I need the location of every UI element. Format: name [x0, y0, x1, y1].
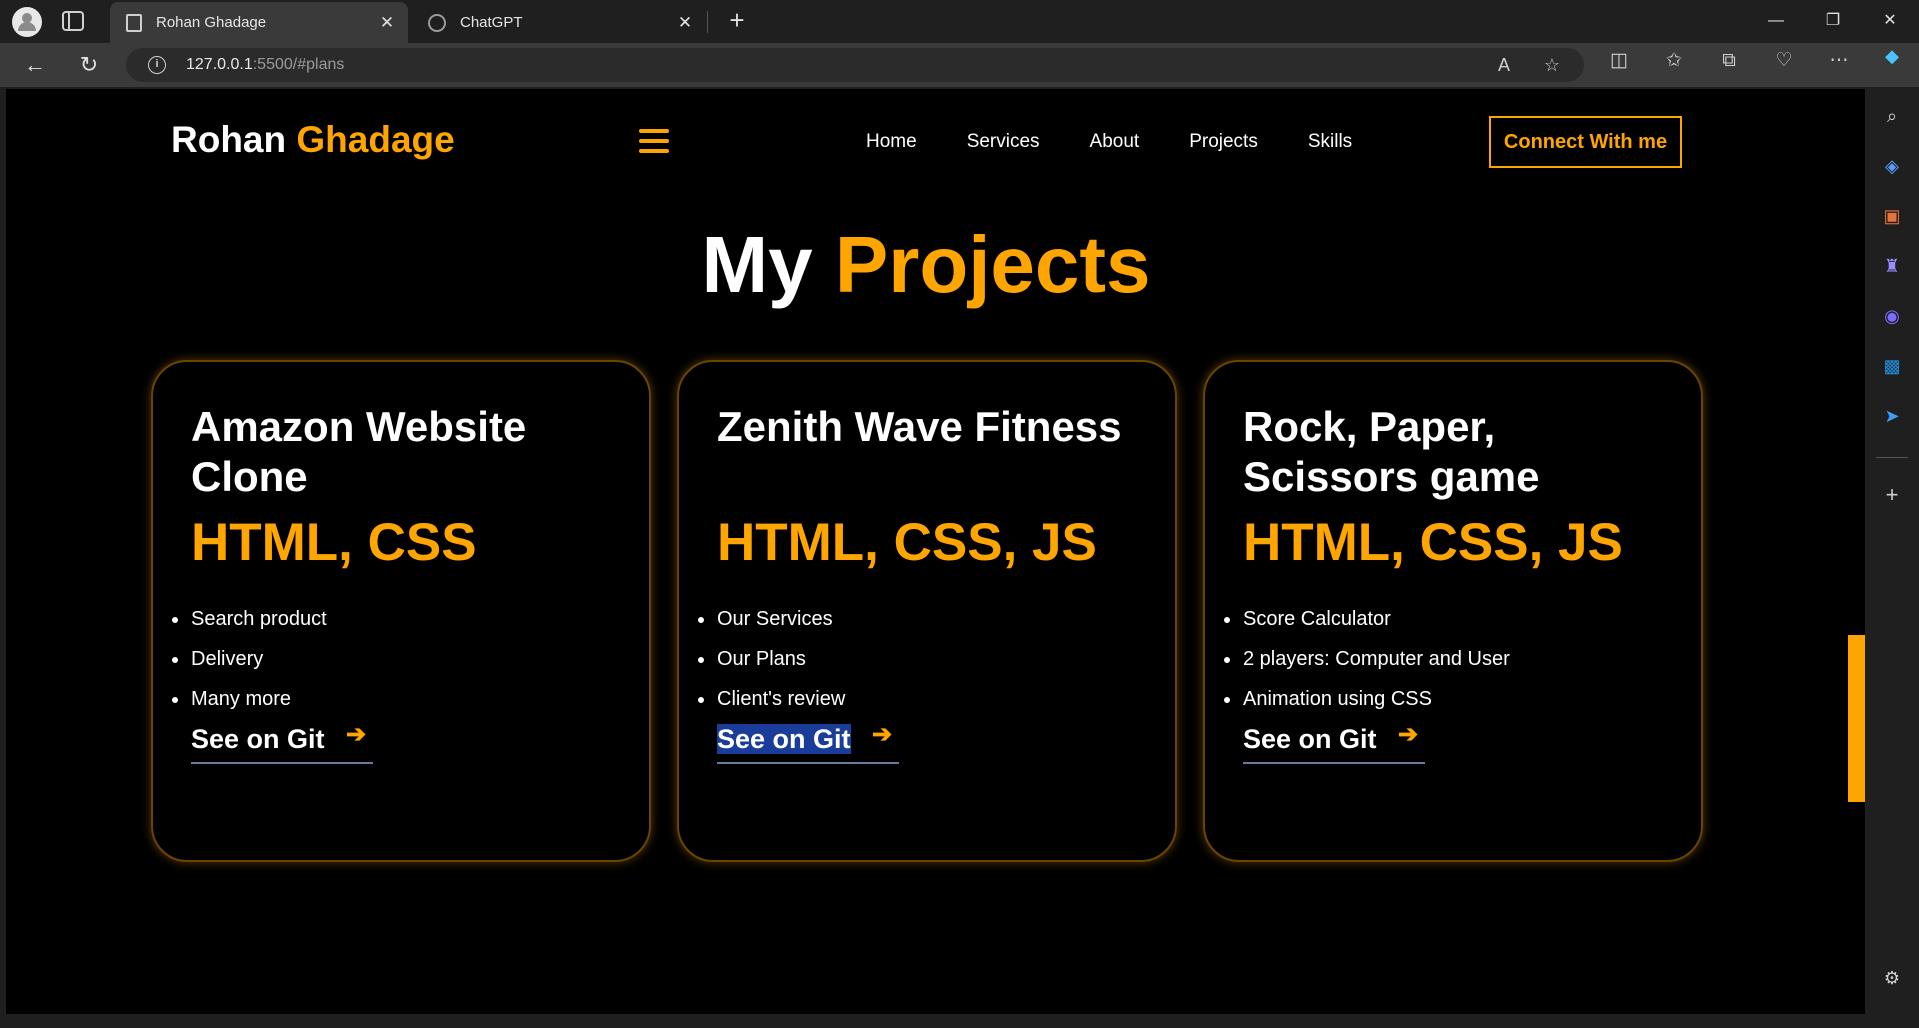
connect-button[interactable]: Connect With me — [1489, 116, 1682, 168]
nav-link-skills[interactable]: Skills — [1308, 131, 1352, 153]
list-item: Search product — [172, 599, 327, 639]
site-logo[interactable]: Rohan Ghadage — [171, 119, 455, 161]
address-bar[interactable]: i 127.0.0.1:5500/#plans A ☆ — [126, 48, 1584, 82]
tab-chatgpt[interactable]: ChatGPT ✕ — [412, 2, 706, 43]
arrow-right-icon: ➔ — [346, 721, 367, 748]
favorite-star-icon[interactable]: ☆ — [1540, 53, 1564, 77]
add-sidebar-app-icon[interactable]: + — [1879, 482, 1905, 508]
see-on-git-link[interactable]: See on Git ➔ — [191, 721, 373, 764]
list-item: Client's review — [697, 679, 845, 719]
site-nav: Home Services About Projects Skills — [866, 131, 1402, 153]
profile-avatar-icon[interactable] — [12, 7, 42, 37]
close-tab-icon[interactable]: ✕ — [674, 13, 696, 33]
new-tab-button[interactable]: + — [722, 5, 752, 35]
chatgpt-icon — [428, 13, 446, 32]
list-item: Our Plans — [697, 639, 845, 679]
list-item: 2 players: Computer and User — [1224, 639, 1510, 679]
tab-title: Rohan Ghadage — [156, 14, 267, 31]
list-item: Score Calculator — [1224, 599, 1510, 639]
arrow-right-icon: ➔ — [872, 721, 893, 748]
settings-gear-icon[interactable]: ⚙ — [1879, 965, 1905, 991]
project-title: Amazon Website Clone — [191, 403, 527, 500]
site-info-icon[interactable]: i — [148, 56, 166, 74]
sidebar-divider — [1876, 457, 1908, 458]
nav-link-about[interactable]: About — [1090, 131, 1140, 153]
tab-divider — [707, 11, 708, 33]
project-tech: HTML, CSS, JS — [1243, 513, 1623, 572]
collections-icon[interactable]: ⧉ — [1716, 48, 1742, 74]
tab-actions-icon[interactable] — [62, 11, 84, 31]
project-tech: HTML, CSS, JS — [717, 513, 1097, 572]
tab-strip: Rohan Ghadage ✕ ChatGPT ✕ + — ❐ ✕ — [0, 0, 1919, 43]
page-viewport: Rohan Ghadage Home Services About Projec… — [6, 89, 1865, 1014]
feature-list: Our Services Our Plans Client's review — [697, 599, 845, 719]
drop-send-icon[interactable]: ➤ — [1879, 403, 1905, 429]
address-toolbar: ← ↻ i 127.0.0.1:5500/#plans A ☆ ◫ ✩ ⧉ ♡ … — [0, 43, 1919, 87]
scrollbar-thumb[interactable] — [1848, 635, 1865, 802]
project-tech: HTML, CSS — [191, 513, 477, 572]
restore-button[interactable]: ❐ — [1807, 6, 1859, 36]
list-item: Our Services — [697, 599, 845, 639]
close-tab-icon[interactable]: ✕ — [376, 13, 398, 33]
search-icon[interactable]: ⌕ — [1879, 103, 1905, 129]
project-title: Rock, Paper, Scissors game — [1243, 403, 1540, 500]
project-card-amazon: Amazon Website Clone HTML, CSS Search pr… — [151, 360, 651, 862]
project-title: Zenith Wave Fitness — [717, 403, 1122, 450]
browser-essentials-icon[interactable]: ♡ — [1771, 48, 1797, 74]
refresh-icon[interactable]: ↻ — [74, 50, 104, 80]
minimize-button[interactable]: — — [1750, 6, 1802, 36]
list-item: Many more — [172, 679, 327, 719]
close-window-button[interactable]: ✕ — [1864, 6, 1916, 36]
list-item: Delivery — [172, 639, 327, 679]
list-item: Animation using CSS — [1224, 679, 1510, 719]
feature-list: Search product Delivery Many more — [172, 599, 327, 719]
arrow-right-icon: ➔ — [1398, 721, 1419, 748]
edge-sidebar: ◆ ⌕ ◈ ▣ ♜ ◉ ▩ ➤ + ⚙ — [1866, 46, 1919, 1028]
read-aloud-icon[interactable]: A — [1492, 53, 1516, 77]
browser-window: Rohan Ghadage ✕ ChatGPT ✕ + — ❐ ✕ ← ↻ i … — [0, 0, 1919, 1028]
url-text[interactable]: 127.0.0.1:5500/#plans — [186, 56, 344, 74]
see-on-git-link[interactable]: See on Git ➔ — [1243, 721, 1425, 764]
outlook-icon[interactable]: ▩ — [1879, 353, 1905, 379]
section-title: My Projects — [701, 220, 1151, 309]
games-icon[interactable]: ♜ — [1879, 253, 1905, 279]
nav-link-projects[interactable]: Projects — [1189, 131, 1258, 153]
nav-link-home[interactable]: Home — [866, 131, 917, 153]
tab-rohan-ghadage[interactable]: Rohan Ghadage ✕ — [110, 2, 408, 43]
back-icon[interactable]: ← — [20, 50, 50, 80]
more-menu-icon[interactable]: ⋯ — [1826, 48, 1852, 74]
favorites-icon[interactable]: ✩ — [1661, 48, 1687, 74]
feature-list: Score Calculator 2 players: Computer and… — [1224, 599, 1510, 719]
page-icon — [126, 13, 142, 32]
copilot-icon[interactable]: ◆ — [1879, 43, 1905, 69]
tools-icon[interactable]: ▣ — [1879, 203, 1905, 229]
project-card-rps: Rock, Paper, Scissors game HTML, CSS, JS… — [1203, 360, 1703, 862]
nav-link-services[interactable]: Services — [967, 131, 1040, 153]
split-screen-icon[interactable]: ◫ — [1606, 48, 1632, 74]
see-on-git-link[interactable]: See on Git ➔ — [717, 721, 899, 764]
tab-title: ChatGPT — [460, 14, 523, 31]
shopping-tag-icon[interactable]: ◈ — [1879, 153, 1905, 179]
microsoft-365-icon[interactable]: ◉ — [1879, 303, 1905, 329]
project-card-zenith: Zenith Wave Fitness HTML, CSS, JS Our Se… — [677, 360, 1177, 862]
hamburger-menu-icon[interactable] — [639, 129, 669, 153]
